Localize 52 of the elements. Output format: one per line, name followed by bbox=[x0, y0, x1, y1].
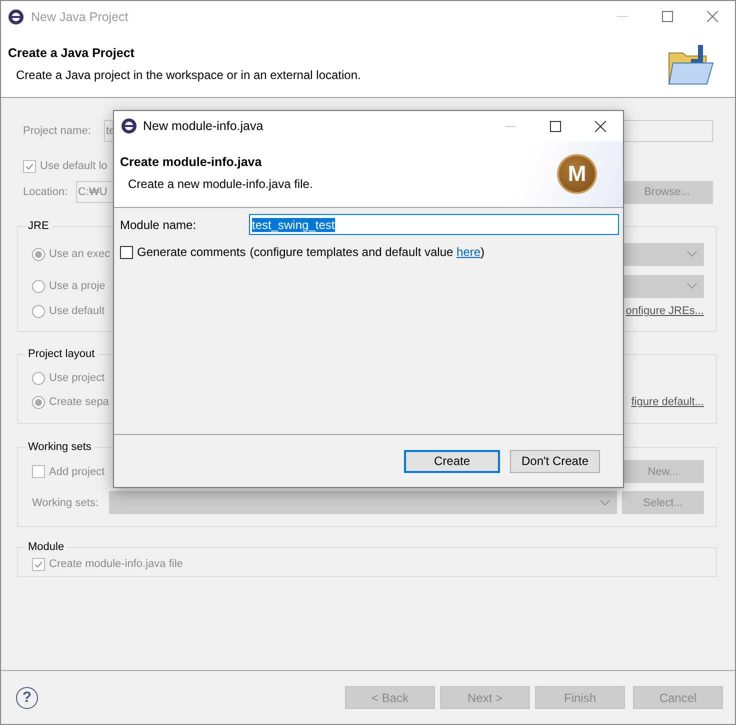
module-name-label: Module name: bbox=[120, 218, 198, 232]
help-button[interactable]: ? bbox=[16, 686, 38, 708]
group-title: Module bbox=[27, 541, 66, 553]
dropdown[interactable] bbox=[622, 242, 704, 266]
checkbox[interactable] bbox=[32, 465, 45, 478]
close-icon[interactable] bbox=[595, 120, 606, 132]
radio-button[interactable] bbox=[32, 372, 45, 384]
chevron-icon bbox=[687, 251, 697, 257]
radio-button[interactable] bbox=[32, 396, 45, 408]
configure-link[interactable]: onfigure JREs... bbox=[626, 305, 704, 317]
comment-note: (configure templates and default value here) bbox=[250, 245, 485, 259]
checkbox-label: Use default lo bbox=[40, 160, 108, 172]
checkbox[interactable] bbox=[23, 160, 36, 172]
group-title: Project layout bbox=[27, 348, 96, 360]
group-title: Working sets bbox=[27, 441, 92, 453]
page-title: Create a Java Project bbox=[8, 46, 136, 60]
module-name-field[interactable]: test_swing_test bbox=[249, 214, 619, 235]
radio-label: Use an exec bbox=[49, 248, 110, 260]
dialog-button[interactable]: Don't Create bbox=[510, 450, 600, 472]
dialog-description: Create a new module-info.java file. bbox=[128, 177, 314, 191]
project-name-label: Project name: bbox=[23, 125, 92, 137]
working-sets-dropdown[interactable] bbox=[109, 491, 617, 514]
group-title: JRE bbox=[27, 220, 50, 232]
dialog-title: New module-info.java bbox=[143, 119, 264, 133]
app-icon bbox=[121, 118, 137, 134]
module-badge: M bbox=[557, 154, 597, 194]
radio-label: Use project bbox=[49, 372, 105, 384]
configure-link[interactable]: figure default... bbox=[631, 396, 704, 408]
folder-icon bbox=[667, 42, 715, 86]
radio-button[interactable] bbox=[32, 248, 45, 260]
radio-button[interactable] bbox=[32, 280, 45, 292]
location-label: Location: bbox=[23, 186, 69, 198]
chevron-icon bbox=[600, 500, 610, 506]
chevron-icon bbox=[687, 283, 697, 289]
radio-label: Use a proje bbox=[49, 280, 106, 292]
checkbox-label: Generate comments bbox=[137, 245, 246, 259]
window-title: New Java Project bbox=[31, 10, 128, 24]
checkbox[interactable] bbox=[120, 246, 133, 258]
checkbox-label: Create module-info.java file bbox=[49, 558, 183, 570]
checkbox-label: Add project bbox=[49, 466, 105, 478]
maximize-icon[interactable] bbox=[550, 120, 561, 132]
dialog-heading: Create module-info.java bbox=[120, 155, 263, 169]
radio-label: Create sepa bbox=[49, 396, 109, 408]
checkbox[interactable] bbox=[32, 558, 45, 570]
working-sets-label: Working sets: bbox=[32, 496, 100, 508]
app-icon bbox=[8, 8, 24, 24]
radio-label: Use default bbox=[49, 305, 105, 317]
dialog-button[interactable]: Create bbox=[404, 450, 500, 472]
dropdown[interactable] bbox=[622, 274, 704, 298]
here-link[interactable]: here bbox=[456, 245, 481, 259]
page-description: Create a Java project in the workspace or in an external location. bbox=[16, 68, 362, 82]
radio-button[interactable] bbox=[32, 304, 45, 318]
